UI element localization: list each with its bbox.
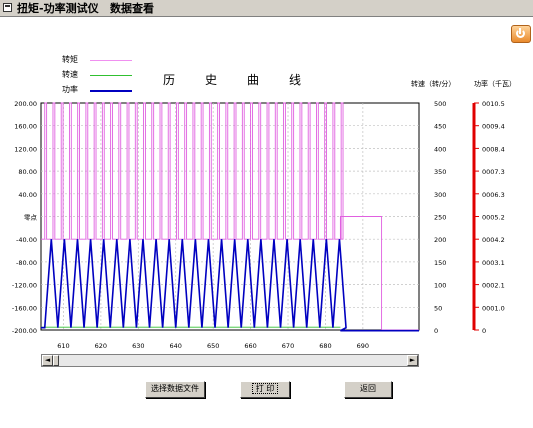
torque-tick-label: -120.00 (12, 282, 37, 290)
x-tick-label: 670 (282, 342, 294, 350)
torque-tick-label: 200.00 (14, 100, 37, 108)
chart-scrollbar[interactable]: ◄ ► (41, 354, 419, 367)
speed-tick-label: 100 (434, 282, 446, 290)
power-tick-label: 0003.1 (482, 259, 505, 267)
speed-tick-label: 450 (434, 123, 446, 131)
speed-tick-label: 400 (434, 145, 446, 153)
x-tick-label: 680 (319, 342, 331, 350)
power-tick-label: 0001.0 (482, 304, 505, 312)
x-tick-label: 620 (95, 342, 107, 350)
power-tick-label: 0002.1 (482, 282, 505, 290)
x-tick-label: 640 (170, 342, 182, 350)
speed-tick-label: 200 (434, 236, 446, 244)
torque-tick-label: -80.00 (16, 259, 37, 267)
power-tick-label: 0010.5 (482, 100, 505, 108)
scroll-right-button[interactable]: ► (407, 355, 418, 366)
torque-tick-label: -200.00 (12, 327, 37, 335)
select-data-file-label: 选择数据文件 (151, 384, 199, 393)
torque-tick-label: 40.00 (18, 191, 37, 199)
print-label: 打 印 (251, 383, 279, 394)
x-tick-label: 660 (244, 342, 256, 350)
x-tick-label: 610 (57, 342, 69, 350)
scroll-left-button[interactable]: ◄ (42, 355, 53, 366)
speed-tick-label: 150 (434, 259, 446, 267)
power-tick-label: 0006.3 (482, 191, 505, 199)
select-data-file-button[interactable]: 选择数据文件 (145, 381, 205, 398)
print-button[interactable]: 打 印 (240, 381, 290, 398)
power-tick-label: 0008.4 (482, 145, 505, 153)
speed-tick-label: 500 (434, 100, 446, 108)
torque-tick-label: 160.00 (14, 123, 37, 131)
speed-tick-label: 300 (434, 191, 446, 199)
torque-tick-label: -40.00 (16, 236, 37, 244)
torque-tick-label: 80.00 (18, 168, 37, 176)
power-tick-label: 0009.4 (482, 123, 505, 131)
x-tick-label: 690 (357, 342, 369, 350)
torque-tick-label: -160.00 (12, 304, 37, 312)
power-tick-label: 0004.2 (482, 236, 505, 244)
x-tick-label: 650 (207, 342, 219, 350)
torque-tick-label: 零点 (24, 214, 38, 222)
power-tick-label: 0007.3 (482, 168, 505, 176)
torque-tick-label: 120.00 (14, 145, 37, 153)
speed-tick-label: 50 (434, 304, 442, 312)
speed-tick-label: 350 (434, 168, 446, 176)
power-tick-label: 0 (482, 327, 486, 335)
power-tick-label: 0005.2 (482, 214, 505, 222)
speed-tick-label: 250 (434, 214, 446, 222)
back-label: 返回 (360, 384, 376, 393)
speed-tick-label: 0 (434, 327, 438, 335)
x-tick-label: 630 (132, 342, 144, 350)
back-button[interactable]: 返回 (344, 381, 392, 398)
scroll-thumb[interactable] (53, 355, 59, 366)
